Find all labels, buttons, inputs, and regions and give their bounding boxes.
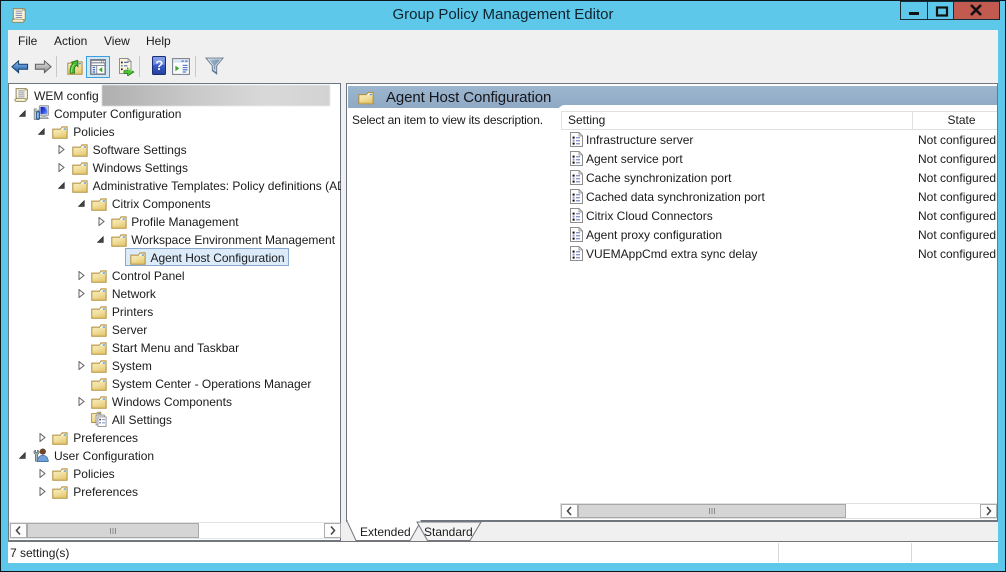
svg-text:Standard: Standard: [424, 525, 473, 539]
svg-text:Extended: Extended: [360, 525, 411, 539]
